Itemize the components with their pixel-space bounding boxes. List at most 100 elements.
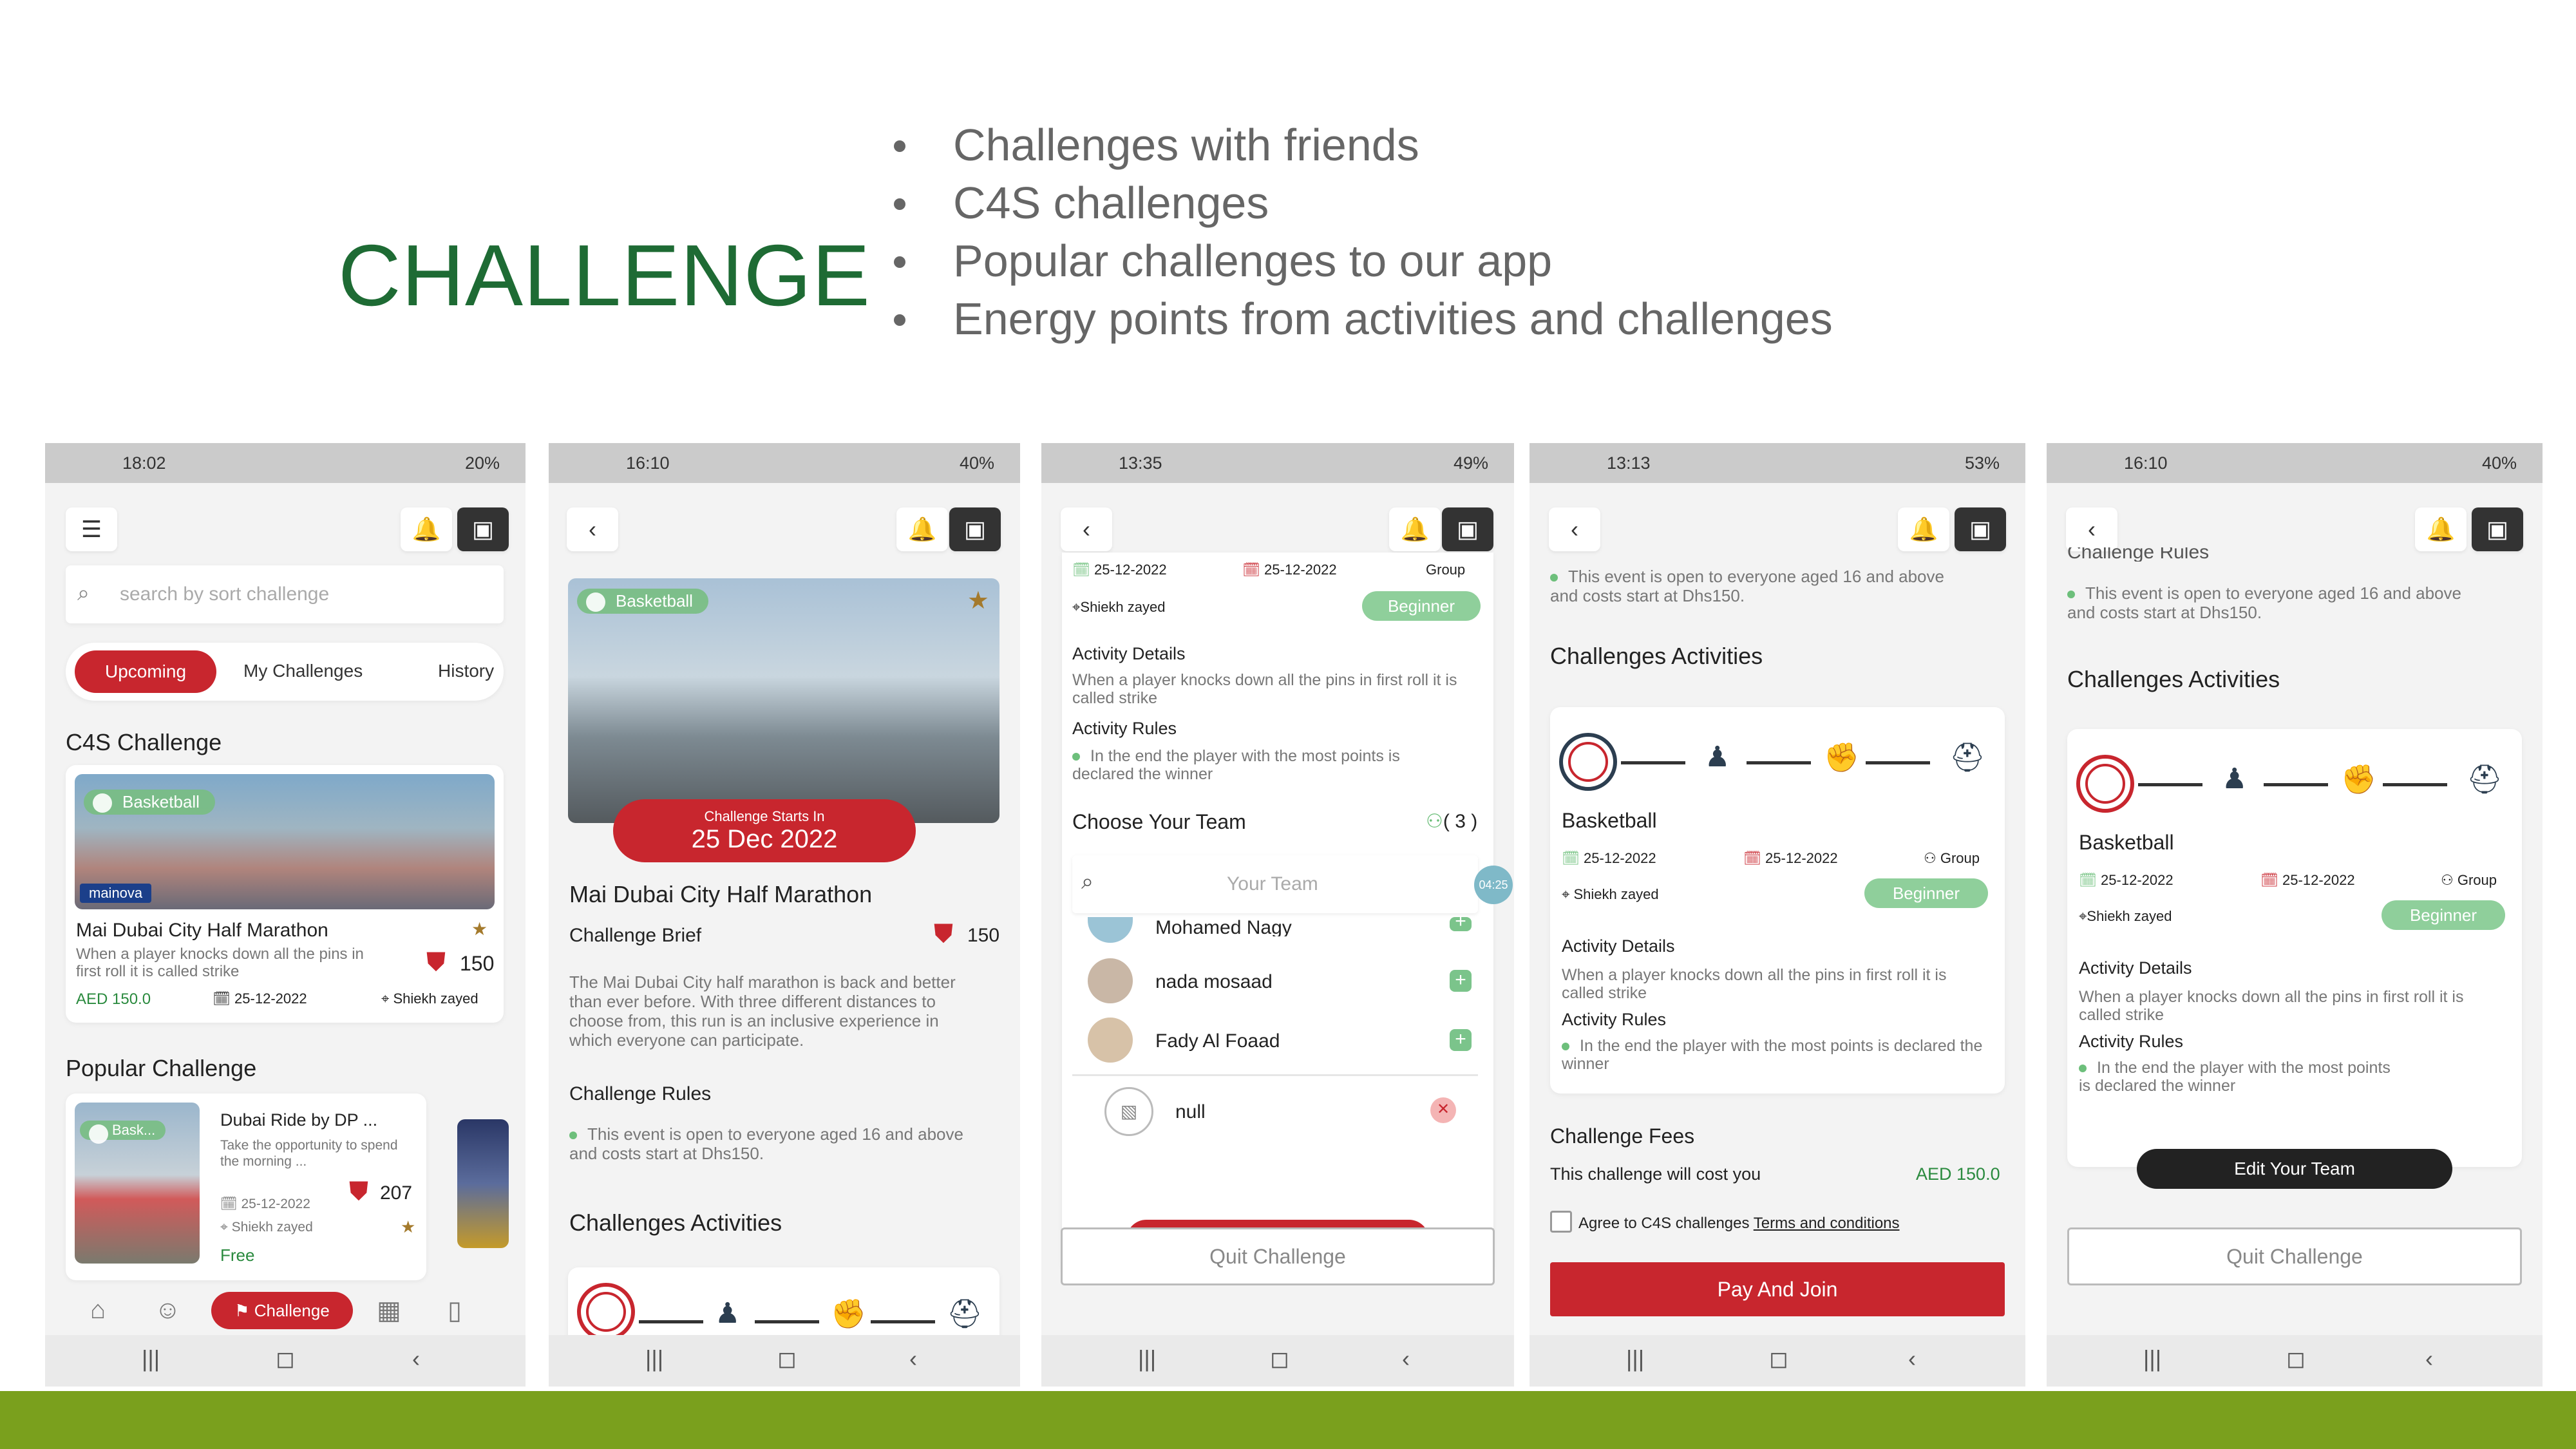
pay-and-join-button[interactable]: Pay And Join [1550,1262,2005,1316]
search-input[interactable]: ⌕ search by sort challenge [66,565,504,623]
rules-label: Activity Rules [2079,1032,2184,1051]
back-icon[interactable]: ‹ [1908,1345,1916,1372]
calendar-icon[interactable]: ▦ [377,1296,401,1325]
location-text: Shiekh zayed [231,1220,313,1235]
rule-item: This event is open to everyone aged 16 a… [1550,567,1962,605]
helmet-icon: ⛑ [947,1298,983,1330]
battery-status: 49% [1453,453,1488,473]
bullet-dot [569,1132,577,1140]
back-icon[interactable]: ‹ [1549,507,1600,551]
activities-label: Challenges Activities [569,1209,782,1236]
tab-upcoming[interactable]: Upcoming [75,650,216,693]
home-icon[interactable]: ⌂ [90,1296,106,1325]
details-text: When a player knocks down all the pins i… [1072,671,1457,707]
member-name: nada mosaad [1155,971,1273,992]
edit-team-button[interactable]: Edit Your Team [2137,1149,2452,1189]
recent-apps-icon[interactable]: ||| [2143,1345,2161,1372]
bowling-icon: ♟ [715,1298,741,1329]
basketball-icon [577,1283,635,1341]
bell-icon[interactable]: 🔔 [2415,507,2467,551]
terms-link[interactable]: Terms and conditions [1754,1215,1900,1232]
helmet-icon: ⛑ [1949,742,1985,773]
bell-icon[interactable]: 🔔 [896,507,948,551]
store-icon[interactable]: ▣ [949,507,1001,551]
popular-description: Take the opportunity to spend the mornin… [220,1138,398,1169]
bell-icon[interactable]: 🔔 [1389,507,1441,551]
home-button-icon[interactable]: ◻ [777,1345,797,1372]
tab-history[interactable]: History [438,661,494,681]
star-icon[interactable]: ★ [471,918,488,940]
device-icon[interactable]: ▯ [448,1296,462,1325]
details-text: When a player knocks down all the pins i… [1562,966,1947,1002]
recent-apps-icon[interactable]: ||| [645,1345,663,1372]
back-icon[interactable]: ‹ [567,507,618,551]
end-date: 🗓 25-12-2022 [1242,562,1337,578]
boxing-icon: ✊ [2341,764,2376,795]
status-time: 13:35 [1119,453,1162,473]
tag-basketball: Bask... [80,1121,166,1144]
start-label: Challenge Starts In [704,808,825,824]
back-icon[interactable]: ‹ [2066,507,2117,551]
home-button-icon[interactable]: ◻ [1769,1345,1788,1372]
end-date: 🗓 25-12-2022 [2260,872,2355,888]
bell-icon[interactable]: 🔔 [401,507,452,551]
end-date: 🗓 25-12-2022 [1743,850,1838,866]
menu-icon[interactable]: ☰ [66,507,117,551]
phone-screen-challenges-list: 18:02 20% ☰ 🔔 ▣ ⌕ search by sort challen… [45,443,526,1387]
challenge-points: 150 [967,925,1000,946]
section-title-c4s: C4S Challenge [66,729,222,755]
bowling-icon: ♟ [2222,763,2248,795]
nav-challenge-button[interactable]: ⚑ Challenge [211,1292,353,1329]
star-icon[interactable]: ★ [967,586,989,615]
friends-icon[interactable]: ☺ [155,1296,181,1325]
back-icon[interactable]: ‹ [2425,1345,2433,1372]
store-icon[interactable]: ▣ [1955,507,2006,551]
back-icon[interactable]: ‹ [909,1345,917,1372]
team-search-input[interactable]: ⌕ Your Team [1072,855,1478,913]
star-icon[interactable]: ★ [401,1217,415,1237]
activity-card: 🗓 25-12-2022 🗓 25-12-2022 Group ⌖Shiekh … [1062,553,1513,1274]
member-name: null [1175,1101,1206,1122]
bottom-nav: ⌂ ☺ ⚑ Challenge ▦ ▯ [45,1287,526,1335]
team-type: ⚇ Group [1924,850,1980,866]
popular-card-image: Bask... [75,1103,200,1264]
add-member-button[interactable]: + [1450,970,1472,992]
popular-price: Free [220,1245,255,1265]
quit-challenge-button[interactable]: Quit Challenge [1061,1227,1495,1285]
bell-icon[interactable]: 🔔 [1898,507,1949,551]
agree-text: Agree to C4S challenges [1578,1215,1750,1232]
start-date: 25 Dec 2022 [691,824,838,853]
home-button-icon[interactable]: ◻ [276,1345,295,1372]
tab-my-challenges[interactable]: My Challenges [243,661,363,681]
basketball-icon [1559,733,1617,791]
add-member-button[interactable]: + [1450,1029,1472,1051]
slide-title: CHALLENGE [338,227,871,324]
team-placeholder: Your Team [1227,873,1318,895]
battery-status: 53% [1964,453,2000,473]
slide-bullets: Challenges with friends C4S challenges P… [889,116,1833,348]
quit-challenge-button[interactable]: Quit Challenge [2067,1227,2522,1285]
add-member-button[interactable]: + [1450,912,1472,931]
date-text: 25-12-2022 [2282,872,2355,888]
challenge-price: AED 150.0 [76,990,151,1008]
next-card-preview[interactable] [457,1119,509,1248]
back-icon[interactable]: ‹ [1402,1345,1410,1372]
status-time: 16:10 [626,453,670,473]
home-button-icon[interactable]: ◻ [2286,1345,2306,1372]
bullet-item: Challenges with friends [889,116,1833,174]
back-icon[interactable]: ‹ [412,1345,420,1372]
popular-challenge-card[interactable]: Bask... Dubai Ride by DP ... Take the op… [66,1094,426,1280]
avatar [1088,1018,1133,1063]
recent-apps-icon[interactable]: ||| [142,1345,160,1372]
agree-checkbox[interactable] [1550,1211,1572,1233]
store-icon[interactable]: ▣ [1442,507,1493,551]
search-icon: ⌕ [1081,869,1094,894]
home-button-icon[interactable]: ◻ [1270,1345,1289,1372]
store-icon[interactable]: ▣ [457,507,509,551]
challenge-card[interactable]: Basketball mainova Mai Dubai City Half M… [66,765,504,1023]
recent-apps-icon[interactable]: ||| [1626,1345,1644,1372]
store-icon[interactable]: ▣ [2472,507,2523,551]
recent-apps-icon[interactable]: ||| [1138,1345,1156,1372]
back-icon[interactable]: ‹ [1061,507,1112,551]
remove-member-icon[interactable]: ✕ [1430,1097,1456,1123]
